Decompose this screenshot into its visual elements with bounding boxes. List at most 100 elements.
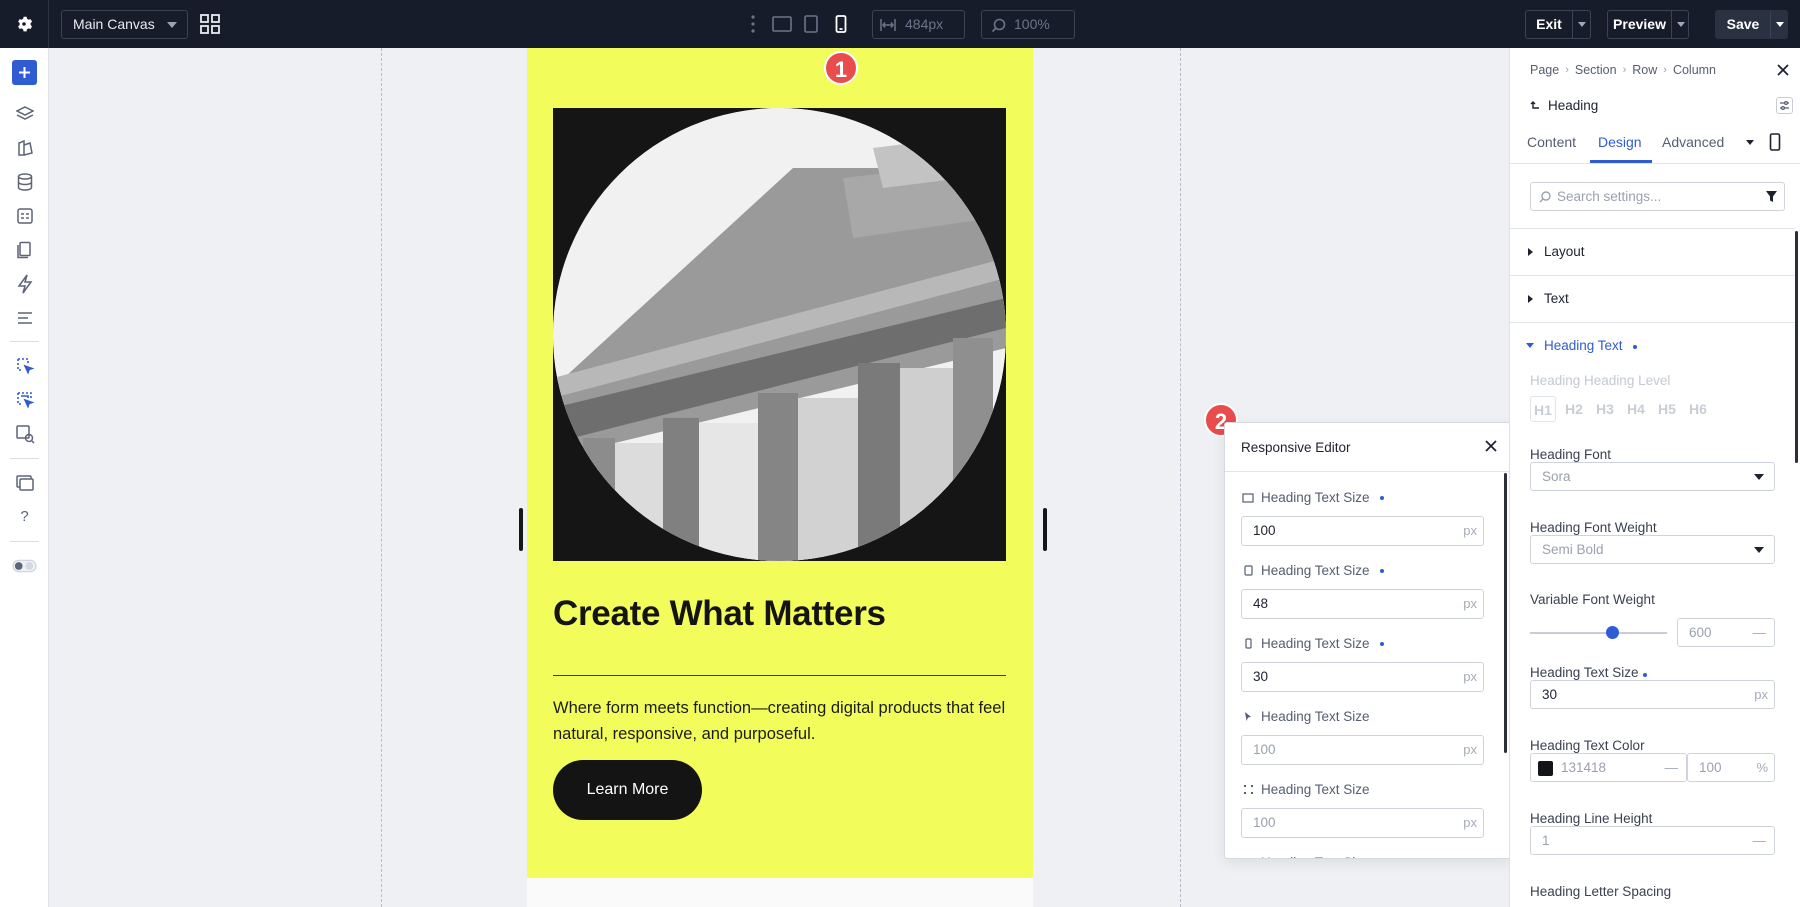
heading-level-h3[interactable]: H3 — [1592, 396, 1618, 422]
add-element-button[interactable] — [12, 60, 37, 85]
heading-weight-select[interactable]: Semi Bold — [1530, 535, 1775, 564]
modified-dot — [1642, 673, 1647, 677]
chevron-down-icon[interactable] — [1578, 22, 1586, 27]
caret-right-icon — [1528, 295, 1533, 303]
text-opacity-value: 100 — [1699, 760, 1722, 775]
unit-label: px — [1463, 742, 1477, 757]
breadcrumb-item[interactable]: Column — [1673, 63, 1716, 77]
search-settings-input[interactable]: Search settings... — [1530, 182, 1785, 211]
settings-gear-icon[interactable] — [0, 0, 49, 48]
hero-section[interactable]: Create What Matters Where form meets fun… — [527, 48, 1033, 878]
heading-level-h4[interactable]: H4 — [1623, 396, 1649, 422]
filter-icon[interactable] — [1765, 190, 1778, 203]
heading-weight-value: Semi Bold — [1542, 542, 1604, 557]
breadcrumb-separator: › — [1622, 64, 1627, 76]
breakpoint-guide — [381, 48, 382, 907]
portability-icon[interactable] — [12, 470, 37, 495]
chevron-down-icon — [1754, 547, 1764, 553]
zoom-field[interactable]: 100% — [981, 10, 1075, 39]
breadcrumb-item[interactable]: Page — [1530, 63, 1559, 77]
heading-font-select[interactable]: Sora — [1530, 462, 1775, 491]
responsive-size-input[interactable]: 30 px — [1241, 662, 1484, 692]
text-opacity-input[interactable]: 100 % — [1687, 753, 1775, 782]
exit-button[interactable]: Exit — [1525, 10, 1591, 39]
settings-list-icon[interactable] — [12, 305, 37, 330]
heading-level-h5[interactable]: H5 — [1654, 396, 1680, 422]
unit-label: px — [1463, 523, 1477, 538]
tablet-view-icon[interactable] — [800, 13, 822, 35]
breadcrumb-item[interactable]: Section — [1575, 63, 1617, 77]
step-marker-1: 1 — [824, 51, 858, 85]
text-size-input[interactable]: 30 px — [1530, 680, 1775, 709]
zoom-value: 100% — [1014, 16, 1050, 32]
click-mode-icon[interactable] — [12, 353, 37, 378]
hero-heading[interactable]: Create What Matters — [553, 594, 886, 634]
variable-weight-input[interactable]: 600 — — [1677, 618, 1775, 647]
grid-view-icon[interactable] — [199, 13, 221, 35]
pages-icon[interactable] — [12, 237, 37, 262]
temple-photo[interactable] — [553, 108, 1006, 561]
multi-select-icon[interactable] — [12, 387, 37, 412]
responsive-size-input[interactable]: 100 px — [1241, 516, 1484, 546]
section-text[interactable]: Text — [1510, 275, 1795, 322]
search-placeholder: Search settings... — [1557, 189, 1662, 204]
close-icon[interactable] — [1481, 436, 1501, 456]
color-swatch[interactable] — [1538, 761, 1553, 776]
heading-level-h2[interactable]: H2 — [1561, 396, 1587, 422]
chevron-down-icon[interactable] — [1677, 22, 1685, 27]
responsive-size-input[interactable]: 48 px — [1241, 589, 1484, 619]
heading-level-h6[interactable]: H6 — [1685, 396, 1711, 422]
heading-level-h1[interactable]: H1 — [1530, 396, 1556, 422]
reset-dash: — — [1752, 625, 1767, 640]
find-replace-icon[interactable] — [12, 421, 37, 446]
scrollbar[interactable] — [1795, 231, 1798, 463]
forms-icon[interactable] — [12, 203, 37, 228]
close-icon[interactable] — [1776, 63, 1790, 77]
tablet-icon — [1241, 564, 1255, 578]
canvas-select[interactable]: Main Canvas — [61, 10, 188, 39]
interactions-icon[interactable] — [12, 271, 37, 296]
resize-handle-left[interactable] — [519, 508, 523, 551]
tab-design[interactable]: Design — [1598, 134, 1642, 150]
save-button[interactable]: Save — [1715, 10, 1788, 39]
text-size-label: Heading Text Size — [1530, 665, 1647, 680]
chevron-down-icon[interactable] — [1745, 139, 1755, 146]
hero-image-frame[interactable] — [553, 108, 1006, 561]
phone-view-icon[interactable] — [1769, 133, 1781, 151]
responsive-size-input[interactable]: 100 px — [1241, 735, 1484, 765]
section-layout-label: Layout — [1544, 244, 1585, 259]
desktop-view-icon[interactable] — [771, 13, 793, 35]
phone-view-icon[interactable] — [830, 13, 852, 35]
responsive-size-input[interactable]: 100 px — [1241, 808, 1484, 838]
modified-dot — [1633, 345, 1637, 349]
text-color-input[interactable]: 131418 — — [1530, 753, 1687, 782]
toggle-mode-icon[interactable] — [12, 553, 37, 578]
help-icon[interactable]: ? — [12, 504, 37, 529]
heading-level-label: Heading Heading Level — [1530, 373, 1671, 388]
tab-advanced[interactable]: Advanced — [1662, 134, 1724, 150]
scrollbar[interactable] — [1504, 473, 1507, 753]
database-icon[interactable] — [12, 169, 37, 194]
tab-content[interactable]: Content — [1527, 134, 1576, 150]
canvas-width-field[interactable]: 484px — [872, 10, 965, 39]
breadcrumb-item[interactable]: Row — [1632, 63, 1657, 77]
section-layout[interactable]: Layout — [1510, 228, 1795, 275]
resize-handle-right[interactable] — [1043, 508, 1047, 551]
hero-text[interactable]: Where form meets function—creating digit… — [553, 695, 1006, 747]
heading-font-label: Heading Font — [1530, 447, 1612, 462]
modified-dot — [1379, 568, 1384, 573]
canvas-width-value: 484px — [905, 16, 944, 32]
preview-split — [1671, 11, 1672, 38]
text-size-label-text: Heading Text Size — [1530, 665, 1639, 680]
design-library-icon[interactable] — [12, 135, 37, 160]
learn-more-button[interactable]: Learn More — [553, 760, 702, 820]
back-arrow-icon[interactable] — [1530, 100, 1540, 111]
more-options-icon[interactable] — [750, 14, 756, 39]
layers-icon[interactable] — [12, 101, 37, 126]
variable-weight-slider-track[interactable] — [1530, 626, 1667, 639]
chevron-down-icon[interactable] — [1776, 22, 1784, 27]
rail-divider — [10, 341, 39, 342]
preview-button[interactable]: Preview — [1607, 10, 1689, 39]
options-toggle-icon[interactable] — [1776, 97, 1793, 114]
line-height-input[interactable]: 1 — — [1530, 826, 1775, 855]
